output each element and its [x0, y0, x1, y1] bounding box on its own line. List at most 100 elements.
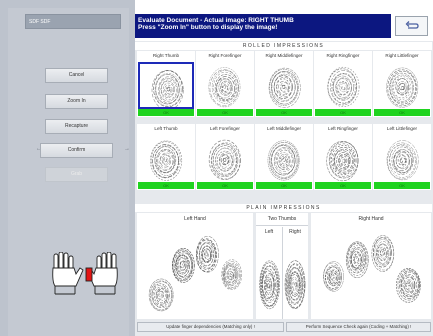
fingerprint-icon: [386, 67, 419, 108]
fingerprint-image[interactable]: [197, 62, 253, 109]
finger-label: Right Middlefinger: [265, 53, 303, 58]
two-thumbs-label: Two Thumbs: [267, 216, 297, 222]
fingerprint-icon: [208, 67, 241, 108]
rolled-cell-left-littlefinger[interactable]: Left Littlefinger OK: [373, 124, 431, 190]
rolled-cell-left-forefinger[interactable]: Left Forefinger OK: [196, 124, 254, 190]
right-hand-plain-image[interactable]: Right Hand: [311, 213, 431, 319]
fingerprint-ridges: [327, 66, 360, 108]
rolled-cell-right-forefinger[interactable]: Right Forefinger OK: [196, 51, 254, 117]
left-thumb-plain-label: Left: [264, 229, 274, 235]
fingerprint-image[interactable]: [374, 135, 430, 182]
fingerprint-ridges: [386, 140, 419, 181]
status-message-line1: Evaluate Document - Actual image: RIGHT …: [138, 17, 294, 24]
finger-label: Right Thumb: [152, 53, 180, 58]
sequence-check-button[interactable]: Perform Sequence Check again (Coding + M…: [286, 322, 431, 332]
finger-label: Right Ringfinger: [326, 53, 360, 58]
status-badge: OK: [197, 109, 253, 116]
fingerprint-image[interactable]: [138, 135, 194, 182]
right-hand-prints: [323, 235, 421, 303]
plain-impressions-title: PLAIN IMPRESSIONS: [135, 204, 432, 212]
fingerprint-ridges: [148, 278, 174, 312]
rolled-cell-left-thumb[interactable]: Left Thumb OK: [137, 124, 195, 190]
fingerprint-ridges: [386, 67, 419, 108]
finger-label: Right Littlefinger: [385, 53, 419, 58]
fingerprint-ridges: [267, 140, 300, 181]
fingerprint-ridges: [326, 141, 359, 182]
confirm-button[interactable]: Confirm: [40, 143, 113, 158]
status-message: Evaluate Document - Actual image: RIGHT …: [135, 14, 391, 38]
hands-selector-icon[interactable]: [45, 252, 127, 296]
fingerprint-image[interactable]: [374, 62, 430, 109]
right-hand-label: Right Hand: [358, 216, 384, 222]
fingerprint-ridges: [196, 236, 219, 273]
status-badge: OK: [315, 109, 371, 116]
fingerprint-icon: [267, 140, 300, 181]
fingerprint-image[interactable]: [197, 135, 253, 182]
status-badge: OK: [256, 109, 312, 116]
next-arrow-icon[interactable]: →: [124, 146, 130, 152]
back-button[interactable]: [395, 16, 428, 36]
evaluate-document-window: SDF SDF Cancel Zoom In Recapture ← Confi…: [0, 0, 433, 336]
return-arrow-icon: [405, 21, 419, 29]
fingerprint-icon: [386, 140, 419, 181]
rolled-cell-right-ringfinger[interactable]: Right Ringfinger OK: [314, 51, 372, 117]
status-badge: OK: [138, 109, 194, 116]
left-hand-label: Left Hand: [184, 216, 206, 222]
recapture-button[interactable]: Recapture: [45, 119, 108, 134]
fingerprint-ridges: [259, 260, 280, 310]
fingerprint-ridges: [150, 140, 183, 181]
fingerprint-icon: [326, 141, 359, 182]
fingerprint-icon: [151, 69, 184, 107]
fingerprint-image[interactable]: [256, 62, 312, 109]
grab-button: Grab: [45, 167, 108, 182]
finger-label: Left Middlefinger: [267, 126, 301, 131]
finger-label: Left Littlefinger: [386, 126, 418, 131]
cancel-button[interactable]: Cancel: [45, 68, 108, 83]
status-badge: OK: [197, 182, 253, 189]
right-thumb-plain-label: Right: [289, 229, 301, 235]
status-badge: OK: [138, 182, 194, 189]
fingerprint-ridges: [345, 241, 369, 279]
header-bar: Evaluate Document - Actual image: RIGHT …: [135, 14, 432, 41]
fingerprint-ridges: [171, 247, 195, 283]
fingerprint-ridges: [208, 139, 241, 180]
rolled-cell-left-ringfinger[interactable]: Left Ringfinger OK: [314, 124, 372, 190]
fingerprint-icon: [268, 67, 301, 108]
fingerprint-ridges: [396, 267, 421, 303]
left-hand-plain-image[interactable]: Left Hand: [137, 213, 253, 319]
left-hand-prints: [148, 236, 243, 312]
finger-label: Left Ringfinger: [328, 126, 358, 131]
fingerprint-ridges: [371, 235, 395, 272]
rolled-cell-left-middlefinger[interactable]: Left Middlefinger OK: [255, 124, 313, 190]
fingerprint-icon: [150, 140, 183, 181]
status-badge: OK: [374, 109, 430, 116]
status-badge: OK: [374, 182, 430, 189]
fingerprint-icon: [208, 139, 241, 180]
status-message-line2: Press "Zoom In" button to display the im…: [138, 24, 278, 31]
zoom-in-button[interactable]: Zoom In: [45, 94, 108, 109]
update-dependencies-button[interactable]: Update finger dependencies (Matching onl…: [137, 322, 284, 332]
rolled-cell-right-thumb[interactable]: Right Thumb OK: [137, 51, 195, 117]
rolled-impressions-title: ROLLED IMPRESSIONS: [135, 42, 432, 50]
fingerprint-image[interactable]: [315, 62, 371, 109]
rolled-cell-right-middlefinger[interactable]: Right Middlefinger OK: [255, 51, 313, 117]
finger-label: Left Thumb: [154, 126, 178, 131]
fingerprint-image[interactable]: [315, 135, 371, 182]
fingerprint-ridges: [284, 260, 306, 309]
rolled-cell-right-littlefinger[interactable]: Right Littlefinger OK: [373, 51, 431, 117]
fingerprint-ridges: [221, 259, 243, 291]
fingerprint-icon: [327, 66, 360, 108]
status-badge: OK: [315, 182, 371, 189]
fingerprint-ridges: [208, 67, 241, 108]
fingerprint-ridges: [323, 261, 344, 292]
fingerprint-image[interactable]: [138, 62, 194, 109]
two-thumbs-plain-image[interactable]: Two Thumbs Left Right: [256, 213, 308, 319]
finger-label: Left Forefinger: [210, 126, 240, 131]
fingerprint-ridges: [268, 67, 301, 108]
fingerprint-image[interactable]: [256, 135, 312, 182]
two-thumbs-prints: [259, 260, 306, 310]
status-badge: OK: [256, 182, 312, 189]
fingerprint-ridges: [151, 69, 184, 107]
finger-label: Right Forefinger: [208, 53, 242, 58]
user-name-field: SDF SDF: [25, 14, 121, 29]
